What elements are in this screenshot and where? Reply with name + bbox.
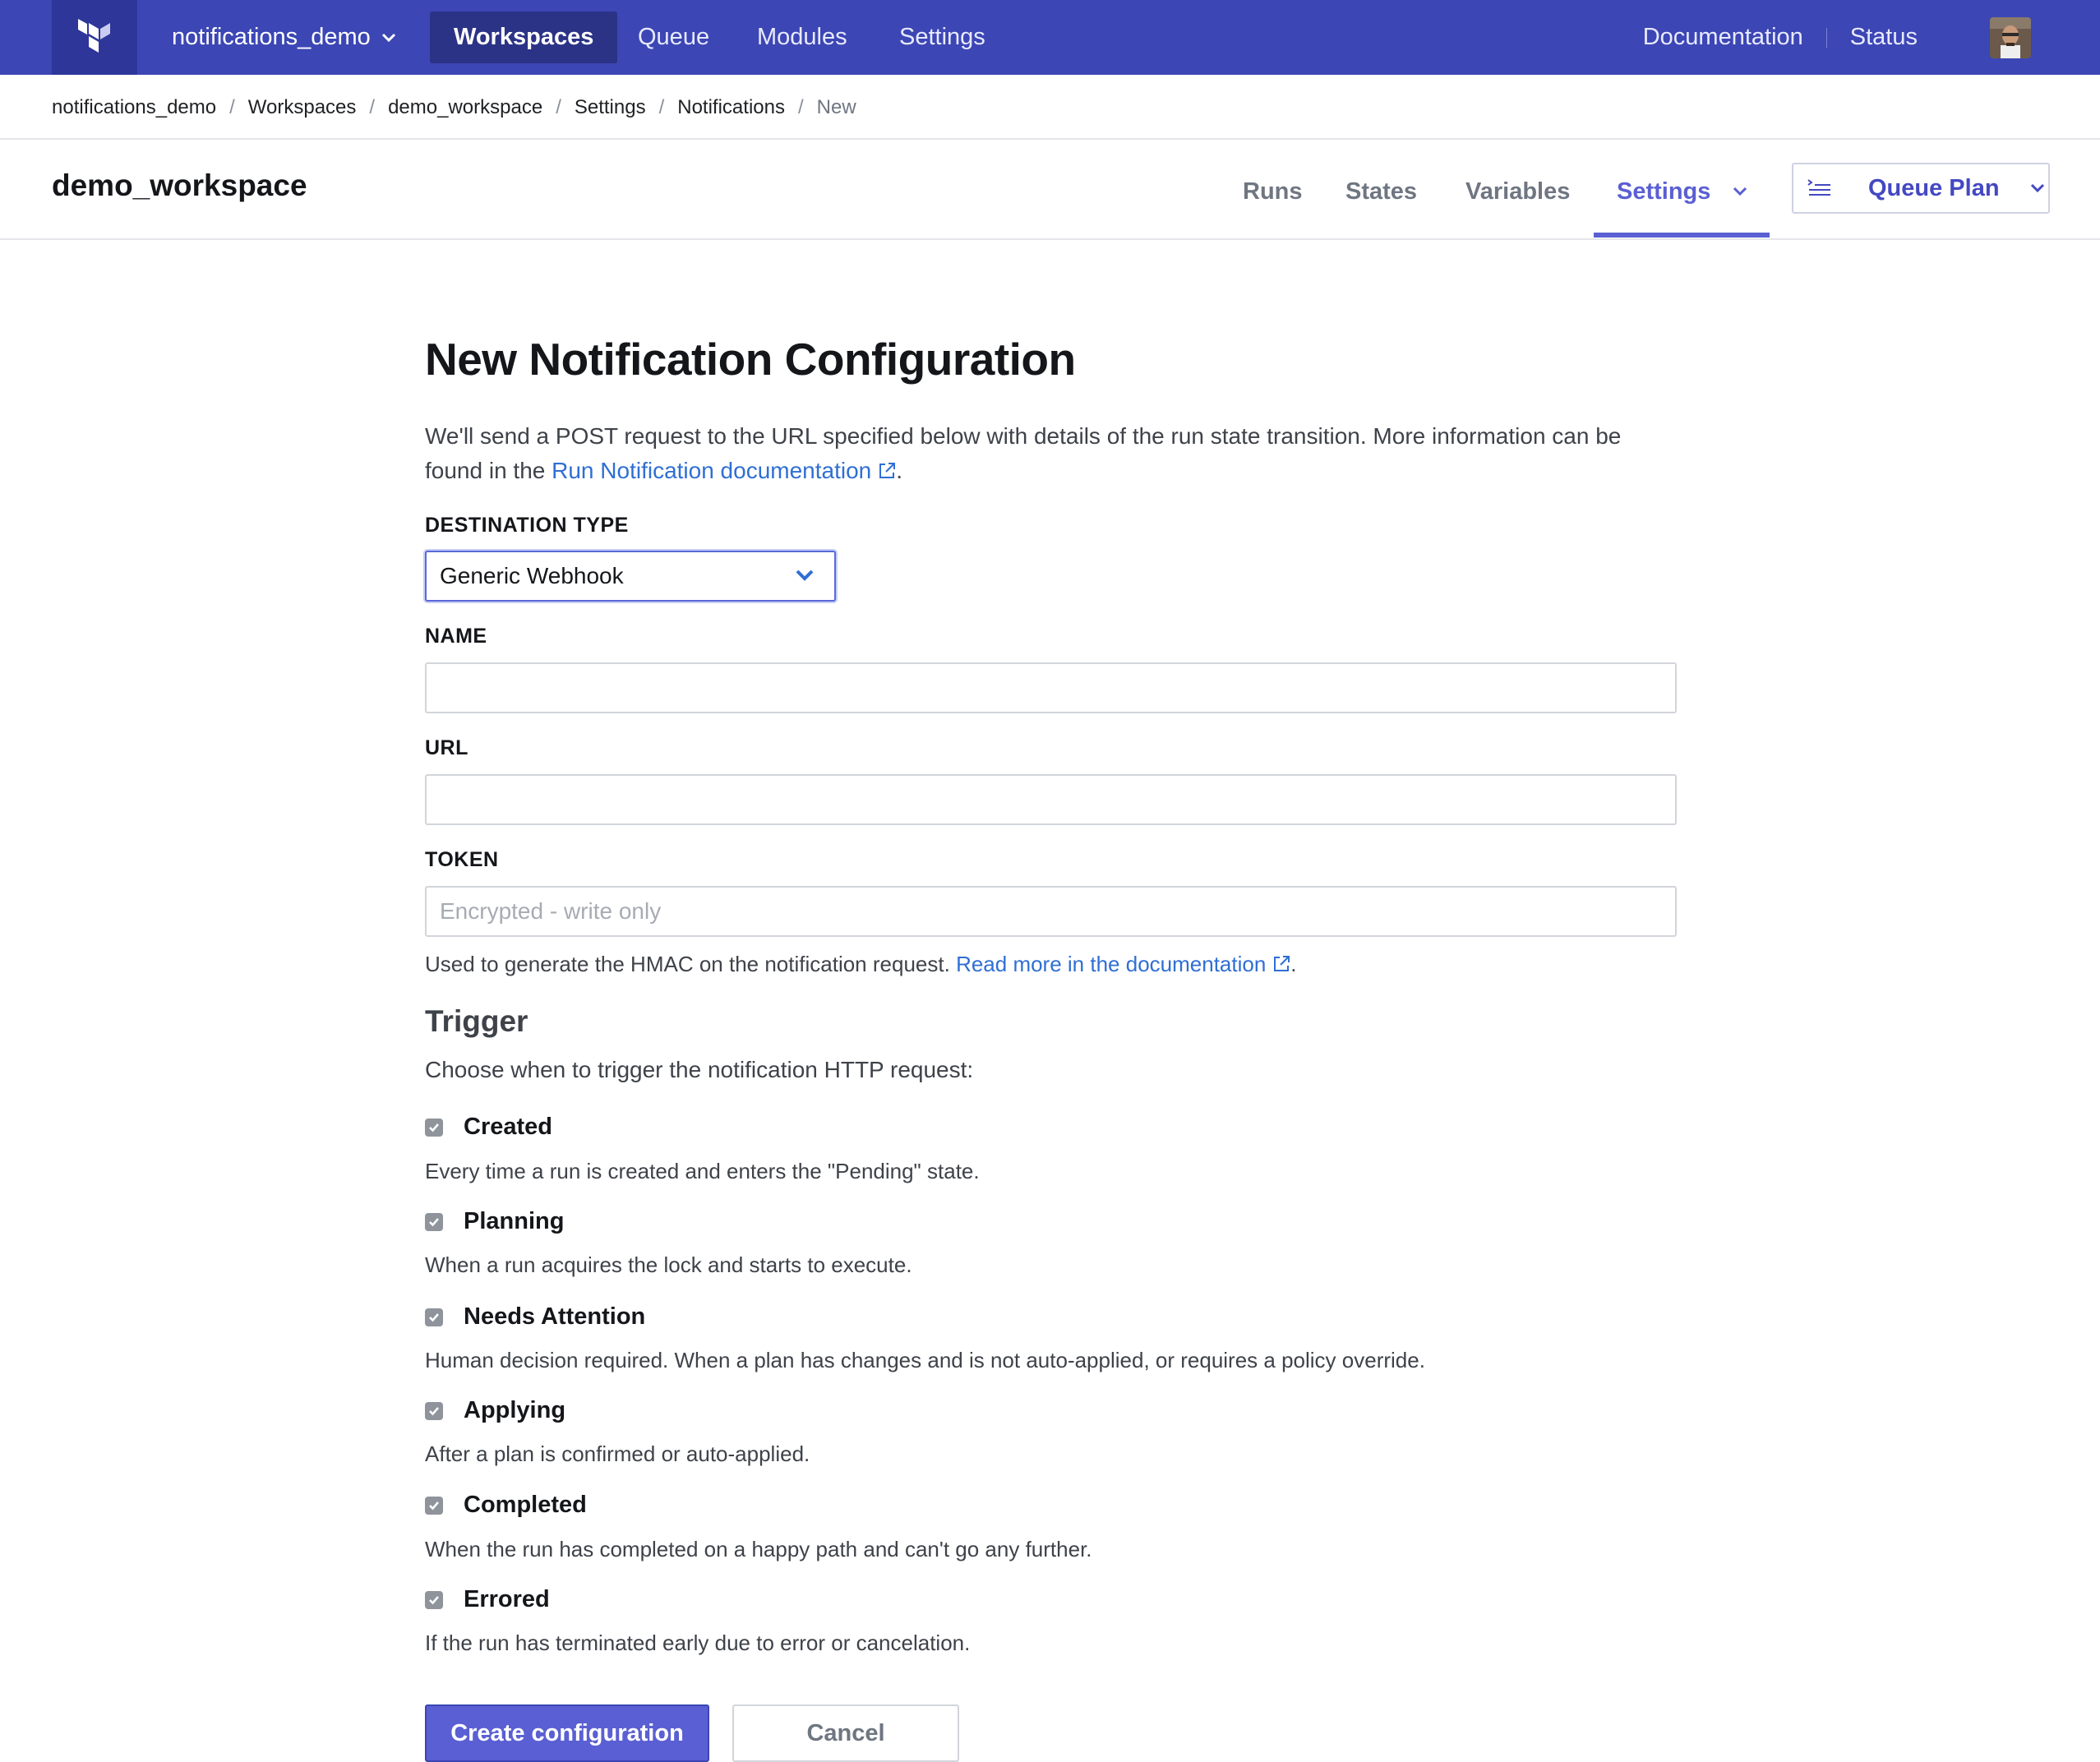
trigger-created-checkbox[interactable]: Created — [425, 1114, 552, 1141]
trigger-description: Choose when to trigger the notification … — [425, 1057, 974, 1082]
crumb-workspace[interactable]: demo_workspace — [388, 96, 542, 119]
trigger-label: Errored — [464, 1586, 550, 1612]
nav-settings[interactable]: Settings — [875, 12, 1009, 63]
org-name: notifications_demo — [172, 24, 371, 50]
crumb-new: New — [816, 96, 856, 118]
active-tab-indicator — [1594, 233, 1770, 238]
check-icon — [429, 1217, 439, 1226]
checkbox[interactable] — [425, 1590, 443, 1609]
checkbox[interactable] — [425, 1308, 443, 1326]
destination-type-value: Generic Webhook — [440, 563, 624, 588]
trigger-errored-checkbox[interactable]: Errored — [425, 1586, 550, 1613]
breadcrumb-separator: / — [658, 96, 665, 118]
breadcrumb-separator: / — [797, 96, 804, 118]
trigger-needs-attention-checkbox[interactable]: Needs Attention — [425, 1303, 645, 1331]
trigger-heading: Trigger — [425, 1004, 528, 1038]
queue-list-icon — [1807, 179, 1830, 196]
hmac-doc-link-label: Read more in the documentation — [956, 952, 1267, 976]
trigger-desc: When the run has completed on a happy pa… — [425, 1537, 1092, 1561]
tab-variables[interactable]: Variables — [1465, 160, 1570, 223]
divider — [0, 238, 2100, 240]
destination-type-label: DESTINATION TYPE — [425, 514, 629, 537]
trigger-desc: If the run has terminated early due to e… — [425, 1631, 971, 1655]
name-label: NAME — [425, 625, 487, 648]
crumb-settings[interactable]: Settings — [575, 96, 646, 119]
trigger-desc: After a plan is confirmed or auto-applie… — [425, 1441, 810, 1466]
terraform-logo[interactable] — [52, 0, 137, 75]
nav-documentation[interactable]: Documentation — [1643, 24, 1803, 51]
trigger-label: Completed — [464, 1492, 587, 1518]
token-label: TOKEN — [425, 848, 499, 871]
url-input[interactable] — [425, 774, 1677, 825]
breadcrumb: notifications_demo / Workspaces / demo_w… — [52, 94, 856, 122]
workspace-title: demo_workspace — [52, 168, 307, 202]
tab-states[interactable]: States — [1345, 160, 1417, 223]
avatar[interactable] — [1990, 16, 2031, 58]
tab-runs[interactable]: Runs — [1243, 160, 1303, 223]
breadcrumb-separator: / — [229, 96, 235, 118]
url-label: URL — [425, 736, 468, 759]
check-icon — [429, 1312, 439, 1322]
hmac-doc-link[interactable]: Read more in the documentation — [956, 952, 1290, 976]
crumb-org[interactable]: notifications_demo — [52, 96, 216, 119]
nav-status[interactable]: Status — [1850, 24, 1918, 51]
intro-text: We'll send a POST request to the URL spe… — [425, 423, 1622, 483]
trigger-desc: When a run acquires the lock and starts … — [425, 1252, 912, 1277]
breadcrumb-separator: / — [556, 96, 561, 118]
queue-plan-label: Queue Plan — [1868, 174, 2000, 201]
name-input[interactable] — [425, 662, 1677, 713]
external-link-icon — [879, 462, 896, 478]
destination-type-select[interactable]: Generic Webhook — [425, 551, 836, 602]
run-notification-doc-link[interactable]: Run Notification documentation — [552, 458, 896, 483]
chevron-down-icon — [381, 33, 395, 42]
chevron-down-icon — [1733, 187, 1747, 196]
external-link-icon — [1274, 956, 1290, 972]
checkbox[interactable] — [425, 1401, 443, 1420]
terraform-logo-icon — [78, 18, 110, 53]
chevron-down-icon — [2030, 183, 2044, 193]
nav-modules[interactable]: Modules — [733, 12, 871, 63]
trigger-label: Needs Attention — [464, 1303, 646, 1330]
crumb-notifications[interactable]: Notifications — [677, 96, 785, 119]
trigger-desc: Every time a run is created and enters t… — [425, 1159, 980, 1183]
nav-workspaces[interactable]: Workspaces — [430, 12, 618, 63]
org-switcher[interactable]: notifications_demo — [172, 0, 397, 75]
tab-settings[interactable]: Settings — [1617, 160, 1748, 223]
divider — [0, 138, 2100, 140]
chevron-down-icon — [796, 570, 814, 581]
token-input[interactable] — [425, 886, 1677, 937]
token-help-body: Used to generate the HMAC on the notific… — [425, 952, 950, 976]
trigger-applying-checkbox[interactable]: Applying — [425, 1397, 565, 1424]
trigger-label: Applying — [464, 1397, 566, 1423]
tab-settings-label: Settings — [1617, 178, 1711, 205]
queue-plan-button[interactable]: Queue Plan — [1792, 163, 2050, 214]
checkbox[interactable] — [425, 1496, 443, 1515]
check-icon — [429, 1123, 439, 1132]
nav-queue[interactable]: Queue — [614, 12, 733, 63]
top-nav: notifications_demo Workspaces Queue Modu… — [0, 0, 2100, 75]
trigger-planning-checkbox[interactable]: Planning — [425, 1208, 564, 1235]
check-icon — [429, 1595, 439, 1604]
trigger-completed-checkbox[interactable]: Completed — [425, 1492, 587, 1519]
page-title: New Notification Configuration — [425, 334, 1076, 385]
checkbox[interactable] — [425, 1212, 443, 1231]
trigger-label: Created — [464, 1114, 552, 1140]
crumb-workspaces[interactable]: Workspaces — [248, 96, 357, 119]
user-avatar-icon — [1990, 16, 2031, 58]
checkbox[interactable] — [425, 1118, 443, 1137]
check-icon — [429, 1501, 439, 1510]
token-help-text: Used to generate the HMAC on the notific… — [425, 952, 1297, 976]
trigger-label: Planning — [464, 1208, 565, 1234]
run-notification-doc-link-label: Run Notification documentation — [552, 458, 872, 483]
breadcrumb-separator: / — [369, 96, 376, 118]
nav-divider — [1825, 27, 1827, 48]
trigger-desc: Human decision required. When a plan has… — [425, 1348, 1425, 1372]
check-icon — [429, 1406, 439, 1415]
